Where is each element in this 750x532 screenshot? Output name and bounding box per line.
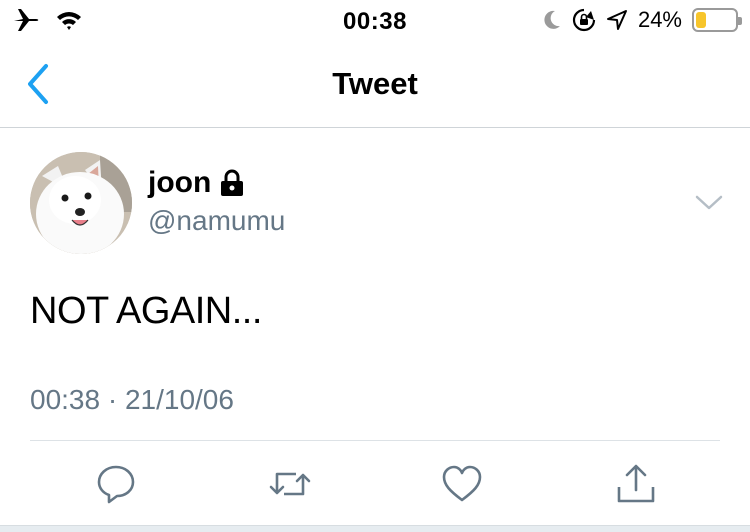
like-icon [442,465,482,502]
battery-cap [738,17,742,25]
page-title: Tweet [332,66,418,101]
retweet-icon [269,472,311,496]
moon-icon [544,10,560,29]
user-handle[interactable]: @namumu [148,205,285,237]
battery-level [696,12,707,28]
chevron-down-icon [695,195,723,210]
user-name-row[interactable]: joon [148,166,245,200]
reply-icon [97,465,135,504]
retweet-button[interactable] [268,462,312,506]
tweet-timestamp: 00:38 · 21/10/06 [30,384,234,415]
share-button[interactable] [614,462,658,506]
share-icon [617,464,655,503]
lock-icon [221,169,244,196]
location-icon [606,10,627,30]
bottom-border [0,525,750,532]
rotation-lock-icon [572,8,596,32]
divider [30,440,720,441]
dog-avatar-image [30,152,132,254]
avatar[interactable] [30,152,132,254]
battery-icon [692,8,742,32]
reply-button[interactable] [94,462,138,506]
like-button[interactable] [440,462,484,506]
tweet-text: NOT AGAIN... [30,290,262,332]
nav-bar: Tweet [0,40,750,128]
battery-percent: 24% [637,7,682,32]
tweet-menu-button[interactable] [692,190,726,214]
user-name[interactable]: joon [148,166,211,200]
status-bar: 00:38 24% [0,0,750,40]
status-bar-right: 24% [542,7,742,33]
